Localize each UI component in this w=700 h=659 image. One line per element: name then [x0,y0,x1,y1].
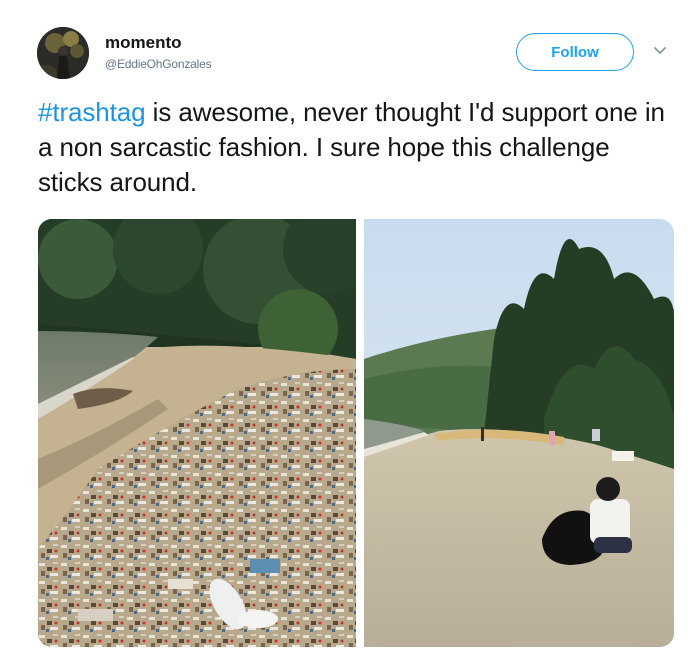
user-handle[interactable]: @EddieOhGonzales [105,57,212,71]
hashtag-link[interactable]: #trashtag [38,97,146,127]
chevron-down-icon[interactable] [652,42,668,58]
photo-beach-after[interactable] [364,219,674,647]
follow-button[interactable]: Follow [516,33,634,71]
photo-beach-before[interactable] [38,219,356,647]
tweet-media[interactable] [38,219,674,647]
tweet-text: #trashtag is awesome, never thought I'd … [38,95,678,200]
profile-avatar-icon [37,27,89,79]
display-name[interactable]: momento [105,33,182,53]
avatar[interactable] [37,27,89,79]
